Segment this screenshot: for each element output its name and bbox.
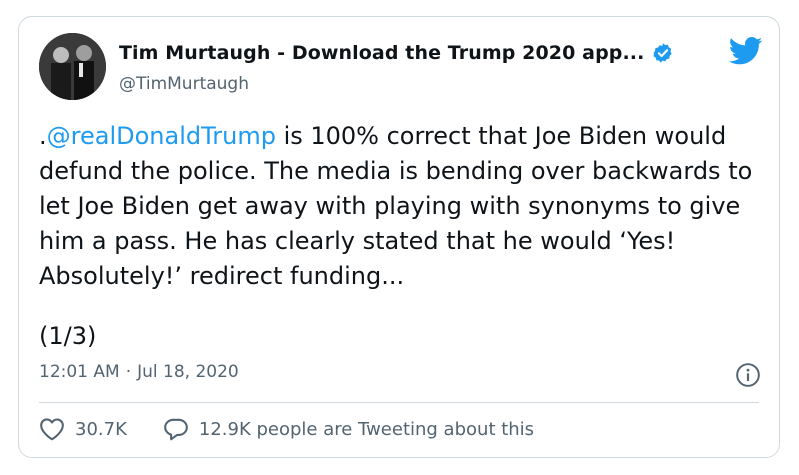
divider — [39, 402, 759, 403]
author-handle[interactable]: @TimMurtaugh — [119, 74, 249, 94]
like-count: 30.7K — [75, 418, 127, 440]
speech-bubble-icon — [164, 418, 188, 441]
verified-badge-icon — [653, 43, 673, 63]
profile-photo — [39, 33, 106, 100]
like-button[interactable]: 30.7K — [39, 417, 127, 441]
tweet-time[interactable]: 12:01 AM — [39, 362, 120, 382]
display-name[interactable]: Tim Murtaugh - Download the Trump 2020 a… — [119, 42, 644, 64]
tweet-date[interactable]: Jul 18, 2020 — [137, 362, 239, 382]
heart-icon — [40, 418, 64, 441]
avatar[interactable] — [39, 33, 106, 100]
tweet-card[interactable]: Tim Murtaugh - Download the Trump 2020 a… — [18, 16, 780, 458]
twitter-bird-icon[interactable] — [729, 37, 763, 65]
info-icon[interactable] — [735, 362, 761, 388]
text-prefix: . — [39, 122, 47, 150]
timestamp-separator: · — [125, 362, 132, 382]
author-row: Tim Murtaugh - Download the Trump 2020 a… — [119, 42, 674, 64]
reply-button[interactable]: 12.9K people are Tweeting about this — [163, 417, 534, 441]
tweet-actions: 30.7K 12.9K people are Tweeting about th… — [39, 417, 570, 441]
tweet-text: .@realDonaldTrump is 100% correct that J… — [39, 119, 759, 294]
thread-marker: (1/3) — [39, 322, 97, 350]
timestamp[interactable]: 12:01 AM · Jul 18, 2020 — [39, 362, 239, 382]
mention-link[interactable]: @realDonaldTrump — [47, 122, 276, 150]
reply-summary: 12.9K people are Tweeting about this — [198, 418, 535, 440]
